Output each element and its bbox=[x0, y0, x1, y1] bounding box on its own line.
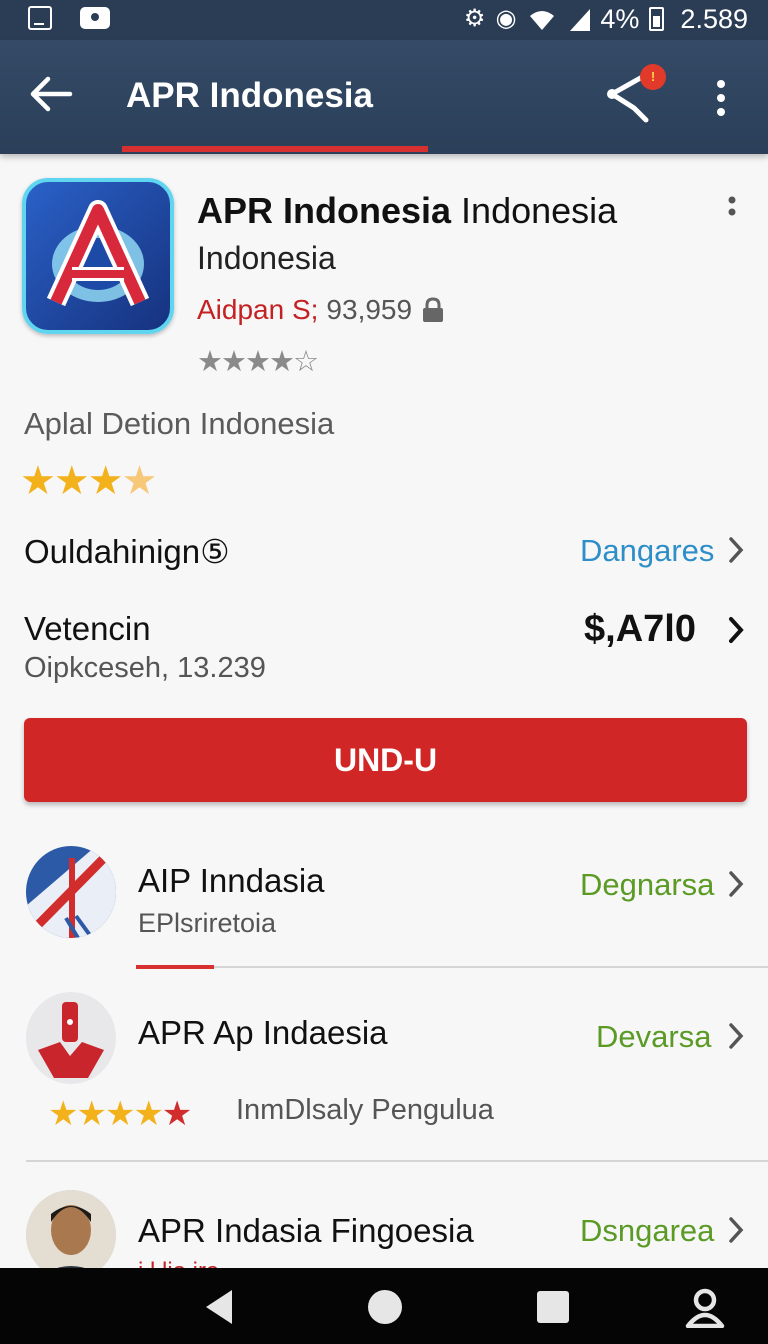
avatar bbox=[26, 1190, 116, 1280]
row-label-primary: Ouldahinign⑤ bbox=[24, 533, 230, 570]
row-label-version: Vetencin bbox=[24, 610, 151, 647]
chevron-right-icon[interactable] bbox=[727, 536, 745, 564]
wifi-icon bbox=[530, 11, 555, 30]
row-sublabel-version: Oipkceseh, 13.239 bbox=[24, 652, 266, 684]
app-subtitle: Indonesia bbox=[197, 240, 336, 276]
list-item-title[interactable]: APR Indasia Fingoesia bbox=[138, 1212, 474, 1250]
avatar-art bbox=[26, 1190, 116, 1280]
list-item-subtitle-peek: i.l.lio.ira bbox=[138, 1258, 219, 1268]
app-name: APR Indonesia Indonesia bbox=[197, 190, 617, 232]
photo-icon bbox=[80, 7, 110, 29]
developer-name[interactable]: Aidpan S; bbox=[197, 294, 318, 326]
list-item-thumbnail bbox=[26, 992, 116, 1084]
tab-indicator bbox=[122, 146, 428, 152]
user-rating-stars[interactable]: ★★★★ bbox=[20, 458, 158, 504]
eye-icon: ◉ bbox=[495, 5, 517, 32]
list-item-title[interactable]: APR Ap Indaesia bbox=[138, 1014, 388, 1052]
system-nav-bar bbox=[0, 1268, 768, 1344]
chevron-right-icon[interactable] bbox=[727, 870, 745, 898]
app-description: Aplal Detion Indonesia bbox=[24, 406, 335, 441]
overflow-menu-icon[interactable] bbox=[706, 78, 736, 118]
app-name-bold: APR Indonesia bbox=[197, 190, 452, 231]
chevron-right-icon[interactable] bbox=[727, 616, 745, 644]
list-item-rating-stars: ★★★★★ bbox=[48, 1094, 193, 1134]
list-item-action[interactable]: Degnarsa bbox=[580, 867, 714, 903]
row-link-primary[interactable]: Dangares bbox=[580, 533, 714, 569]
app-bar-title: APR Indonesia bbox=[126, 76, 373, 115]
recents-square-icon[interactable] bbox=[532, 1286, 574, 1328]
brightness-icon: ⚙ bbox=[463, 5, 486, 32]
profile-icon[interactable] bbox=[684, 1286, 726, 1328]
list-divider-accent bbox=[136, 965, 214, 969]
home-circle-icon[interactable] bbox=[364, 1286, 406, 1328]
clock: 2.589 bbox=[680, 3, 748, 34]
list-item-subtitle: EPlsriretoia bbox=[138, 908, 277, 938]
app-logo-mark bbox=[46, 200, 150, 307]
battery-icon bbox=[649, 7, 665, 31]
list-item-thumbnail-art bbox=[26, 846, 116, 938]
screenshot-icon bbox=[28, 6, 52, 30]
app-bar: APR Indonesia ! bbox=[0, 40, 768, 154]
rating-stars-gold: ★★★★ bbox=[48, 1095, 164, 1133]
rating-stars-full: ★★★ bbox=[20, 459, 124, 503]
card-overflow-icon[interactable] bbox=[720, 194, 744, 230]
download-count: 93,959 bbox=[326, 294, 413, 325]
lock-icon bbox=[423, 297, 444, 322]
list-item-thumbnail bbox=[26, 846, 116, 938]
list-item-action[interactable]: Dsngarea bbox=[580, 1213, 714, 1249]
chevron-right-icon[interactable] bbox=[727, 1216, 745, 1244]
install-button[interactable]: UND-U bbox=[24, 718, 747, 802]
list-divider bbox=[26, 1160, 768, 1162]
back-triangle-icon[interactable] bbox=[198, 1286, 240, 1328]
app-logo bbox=[22, 178, 174, 334]
list-item-rating-text: InmDlsaly Pengulua bbox=[236, 1094, 494, 1126]
back-arrow-icon[interactable] bbox=[26, 74, 74, 114]
developer-line: Aidpan S; 93,959 bbox=[197, 294, 446, 326]
battery-percent: 4% bbox=[600, 3, 640, 34]
signal-icon bbox=[570, 9, 591, 31]
notification-badge: ! bbox=[640, 64, 666, 90]
status-bar: ⚙ ◉ 4% 2.589 bbox=[0, 0, 768, 40]
price-value[interactable]: $,A7l0 bbox=[584, 608, 696, 651]
app-name-rest: Indonesia bbox=[451, 190, 618, 231]
rating-star-partial: ★ bbox=[121, 459, 158, 503]
chevron-right-icon[interactable] bbox=[727, 1022, 745, 1050]
rating-star-red: ★ bbox=[161, 1095, 193, 1133]
list-item-thumbnail-art bbox=[38, 1002, 104, 1078]
list-item-title[interactable]: AIP Inndasia bbox=[138, 862, 325, 900]
list-divider bbox=[136, 966, 768, 968]
app-rating-stars: ★★★★☆ bbox=[197, 346, 319, 378]
list-item-action[interactable]: Devarsa bbox=[596, 1019, 711, 1055]
